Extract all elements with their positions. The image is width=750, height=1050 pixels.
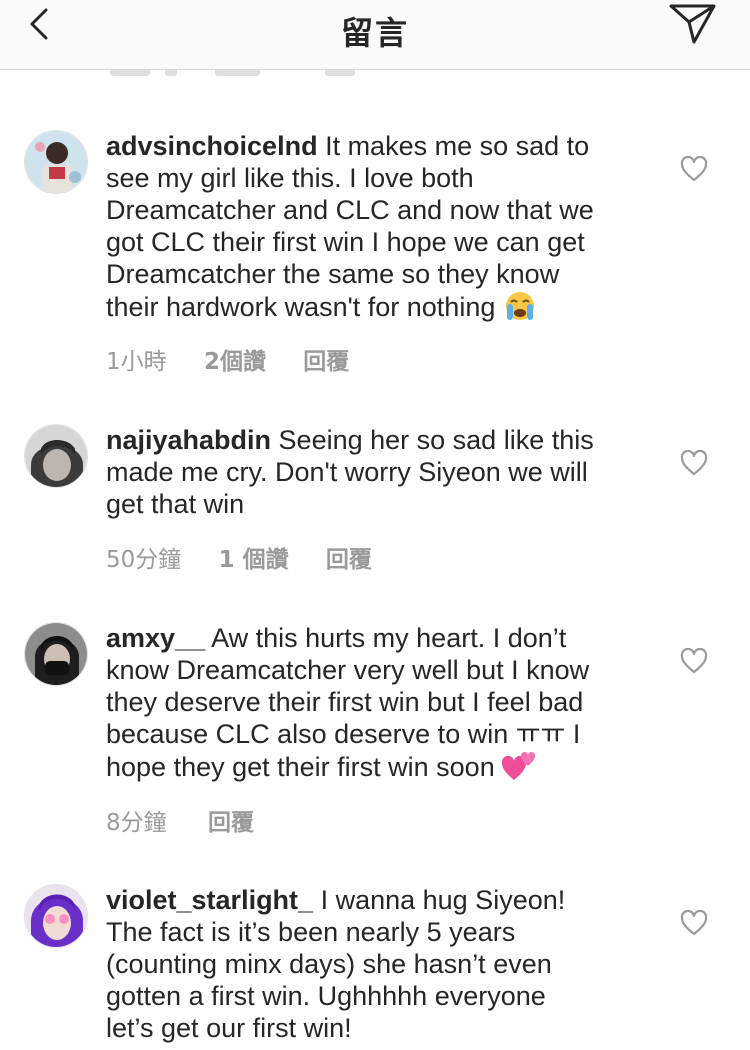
comment-line: got CLC their first win I hope we can ge… [106,227,585,257]
comment-line: I wanna hug Siyeon! [313,885,566,915]
reply-button[interactable]: 回覆 [208,803,254,837]
avatar[interactable] [24,884,88,948]
comment-time: 1小時 [106,349,167,375]
like-button[interactable] [680,909,708,936]
top-bar: 留言 [0,0,750,70]
comment-line: (counting minx days) she hasn’t even [106,949,552,979]
comment-line: Aw this hurts my heart. I don’t [205,623,567,653]
paper-plane-icon [669,4,716,44]
comment-meta: 1小時 2個讚 回覆 [106,342,349,376]
comment-line: because CLC also deserve to win ㅠㅠ I [106,719,581,749]
comment-text: advsinchoicelnd It makes me so sad to se… [106,130,646,329]
comment-line: know Dreamcatcher very well but I know [106,655,590,685]
heart-outline-icon [680,155,708,182]
previous-comment-fragment [0,70,750,78]
like-button[interactable] [680,155,708,182]
comment-line: made me cry. Don't worry Siyeon we will [106,457,588,487]
avatar[interactable] [24,130,88,194]
comment-line: Dreamcatcher and CLC and now that we [106,195,594,225]
comment-line: let’s get our first win! [106,1013,352,1043]
comment-line: their hardwork wasn't for nothing [106,292,503,322]
comment-line: gotten a first win. Ughhhhh everyone [106,981,546,1011]
comment-line: It makes me so sad to [317,131,590,161]
avatar-image [25,425,87,487]
comment-meta: 8分鐘 回覆 [106,803,254,837]
comment-line: The fact is it’s been nearly 5 years [106,917,516,947]
username[interactable]: amxy__ [106,623,205,653]
comment-text: amxy__ Aw this hurts my heart. I don’t k… [106,622,646,789]
username[interactable]: violet_starlight_ [106,885,313,915]
heart-outline-icon [680,449,708,476]
crying-face-emoji [503,290,537,329]
heart-outline-icon [680,909,708,936]
comment-line: get that win [106,489,245,519]
comment-line: see my girl like this. I love both [106,163,474,193]
share-button[interactable] [668,2,718,46]
comment-meta: 50分鐘 1 個讚 回覆 [106,540,372,574]
avatar[interactable] [24,622,88,686]
avatar-image [25,623,87,685]
comment-time: 50分鐘 [106,547,182,573]
avatar-image [25,885,87,947]
comment-text: najiyahabdin Seeing her so sad like this… [106,424,646,520]
reply-button[interactable]: 回覆 [303,342,349,376]
like-button[interactable] [680,647,708,674]
avatar[interactable] [24,424,88,488]
username[interactable]: najiyahabdin [106,425,271,455]
comment-line: hope they get their first win soon [106,752,503,782]
comment-line: Seeing her so sad like this [271,425,594,455]
likes-count[interactable]: 2個讚 [204,342,266,376]
like-button[interactable] [680,449,708,476]
avatar-image [25,131,87,193]
comment-text: violet_starlight_ I wanna hug Siyeon! Th… [106,884,646,1044]
comment-line: they deserve their first win but I feel … [106,687,584,717]
reply-button[interactable]: 回覆 [326,540,372,574]
username[interactable]: advsinchoicelnd [106,131,318,161]
comment-time: 8分鐘 [106,810,167,836]
heart-outline-icon [680,647,708,674]
two-hearts-emoji [502,750,538,789]
likes-count[interactable]: 1 個讚 [219,540,289,574]
page-title: 留言 [340,14,409,52]
comment-line: Dreamcatcher the same so they know [106,259,560,289]
